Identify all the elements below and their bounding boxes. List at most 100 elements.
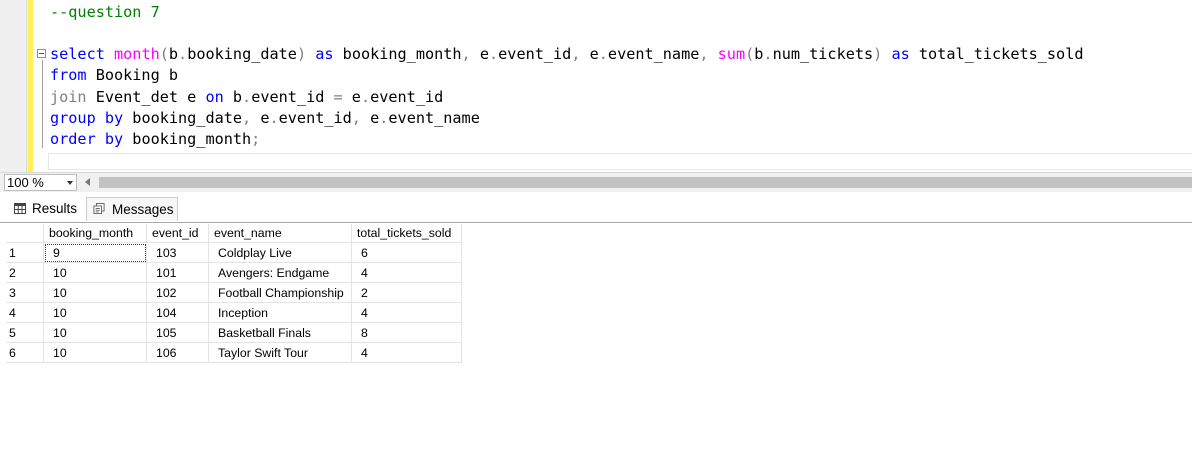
code-token: booking_date [132, 109, 243, 127]
code-token: event_name [607, 45, 700, 63]
code-token: join [50, 88, 96, 106]
table-cell[interactable]: 6 [352, 243, 462, 263]
editor-margin [0, 0, 28, 172]
code-token: from [50, 66, 96, 84]
code-token: --question 7 [50, 3, 160, 21]
code-token: , [351, 109, 371, 127]
code-line[interactable]: --question 7 [50, 2, 160, 23]
table-cell[interactable]: 10 [44, 303, 147, 323]
code-token: order by [50, 130, 133, 148]
code-token: sum [717, 45, 746, 63]
grid-icon [14, 203, 26, 214]
row-number[interactable]: 6 [6, 343, 44, 363]
code-token: group by [50, 109, 133, 127]
chevron-down-icon[interactable] [67, 181, 73, 185]
code-line[interactable]: join Event_det e on b.event_id = e.event… [50, 87, 443, 108]
current-line-highlight [48, 153, 1192, 170]
table-cell[interactable]: 10 [44, 263, 147, 283]
row-number[interactable]: 3 [6, 283, 44, 303]
code-token: booking_month [342, 45, 462, 63]
code-token: as [315, 45, 343, 63]
code-token: num_tickets [772, 45, 874, 63]
code-token: e [589, 45, 599, 63]
column-header[interactable]: booking_month [44, 224, 147, 243]
code-token: b [168, 45, 179, 63]
table-cell[interactable]: 4 [352, 263, 462, 283]
code-token: e [479, 45, 489, 63]
row-number-header[interactable] [6, 224, 44, 243]
code-token: total_tickets_sold [918, 45, 1084, 63]
code-token: event_id [251, 88, 334, 106]
code-token: , [571, 45, 590, 63]
table-cell[interactable]: 106 [147, 343, 209, 363]
code-token: e [370, 109, 380, 127]
column-header[interactable]: event_id [147, 224, 209, 243]
table-cell[interactable]: 10 [44, 283, 147, 303]
code-token: event_id [498, 45, 572, 63]
results-tabs: Results Messages [0, 197, 1192, 222]
column-header[interactable]: event_name [209, 224, 352, 243]
messages-icon [93, 203, 105, 214]
table-cell[interactable]: 4 [352, 343, 462, 363]
zoom-dropdown[interactable]: 100 % [4, 174, 77, 191]
table-cell[interactable]: 105 [147, 323, 209, 343]
code-token: , [242, 109, 261, 127]
row-number[interactable]: 1 [6, 243, 44, 263]
table-cell[interactable]: Inception [209, 303, 352, 323]
code-token: event_name [388, 109, 480, 127]
code-token: select [50, 45, 115, 63]
code-token: . [269, 109, 279, 127]
table-cell[interactable]: Avengers: Endgame [209, 263, 352, 283]
table-cell[interactable]: 8 [352, 323, 462, 343]
code-token: event_id [370, 88, 444, 106]
code-token: ( [745, 45, 755, 63]
code-token: event_id [278, 109, 352, 127]
scroll-left-icon[interactable] [85, 178, 90, 186]
row-number[interactable]: 5 [6, 323, 44, 343]
code-line[interactable]: from Booking b [50, 65, 178, 86]
code-token: . [489, 45, 499, 63]
table-cell[interactable]: 9 [44, 243, 147, 263]
query-editor[interactable]: --question 7 select month(b.booking_date)… [0, 0, 1192, 172]
table-cell[interactable]: Taylor Swift Tour [209, 343, 352, 363]
code-token: ) [296, 45, 316, 63]
table-cell[interactable]: 104 [147, 303, 209, 323]
collapse-toggle-icon[interactable] [37, 49, 46, 58]
code-token: . [763, 45, 773, 63]
table-cell[interactable]: 10 [44, 343, 147, 363]
table-cell[interactable]: 4 [352, 303, 462, 323]
code-line[interactable]: group by booking_date, e.event_id, e.eve… [50, 108, 480, 129]
code-line[interactable]: order by booking_month; [50, 129, 260, 150]
table-cell[interactable]: Basketball Finals [209, 323, 352, 343]
table-cell[interactable]: 103 [147, 243, 209, 263]
horizontal-scrollbar-thumb[interactable] [99, 177, 1192, 188]
code-token: , [699, 45, 718, 63]
table-cell[interactable]: Football Championship [209, 283, 352, 303]
column-header[interactable]: total_tickets_sold [352, 224, 462, 243]
table-cell[interactable]: 10 [44, 323, 147, 343]
code-token: . [598, 45, 608, 63]
tab-messages-label: Messages [112, 202, 174, 217]
code-token: , [461, 45, 480, 63]
outline-line [42, 60, 43, 148]
tab-results[interactable]: Results [6, 197, 84, 221]
row-number[interactable]: 4 [6, 303, 44, 323]
code-token: ( [159, 45, 169, 63]
code-line[interactable]: select month(b.booking_date) as booking_… [50, 44, 1083, 65]
code-token: . [178, 45, 188, 63]
tab-messages[interactable]: Messages [86, 197, 178, 221]
code-token: ; [251, 130, 261, 148]
code-token: as [891, 45, 919, 63]
table-cell[interactable]: 2 [352, 283, 462, 303]
code-token: booking_month [132, 130, 252, 148]
code-token: = [333, 88, 352, 106]
table-cell[interactable]: Coldplay Live [209, 243, 352, 263]
tabs-divider [0, 222, 1192, 223]
code-token: Event_det e [95, 88, 206, 106]
code-token: booking_date [187, 45, 297, 63]
margin-divider [26, 0, 27, 172]
row-number[interactable]: 2 [6, 263, 44, 283]
table-cell[interactable]: 102 [147, 283, 209, 303]
code-token: . [360, 88, 371, 106]
table-cell[interactable]: 101 [147, 263, 209, 283]
